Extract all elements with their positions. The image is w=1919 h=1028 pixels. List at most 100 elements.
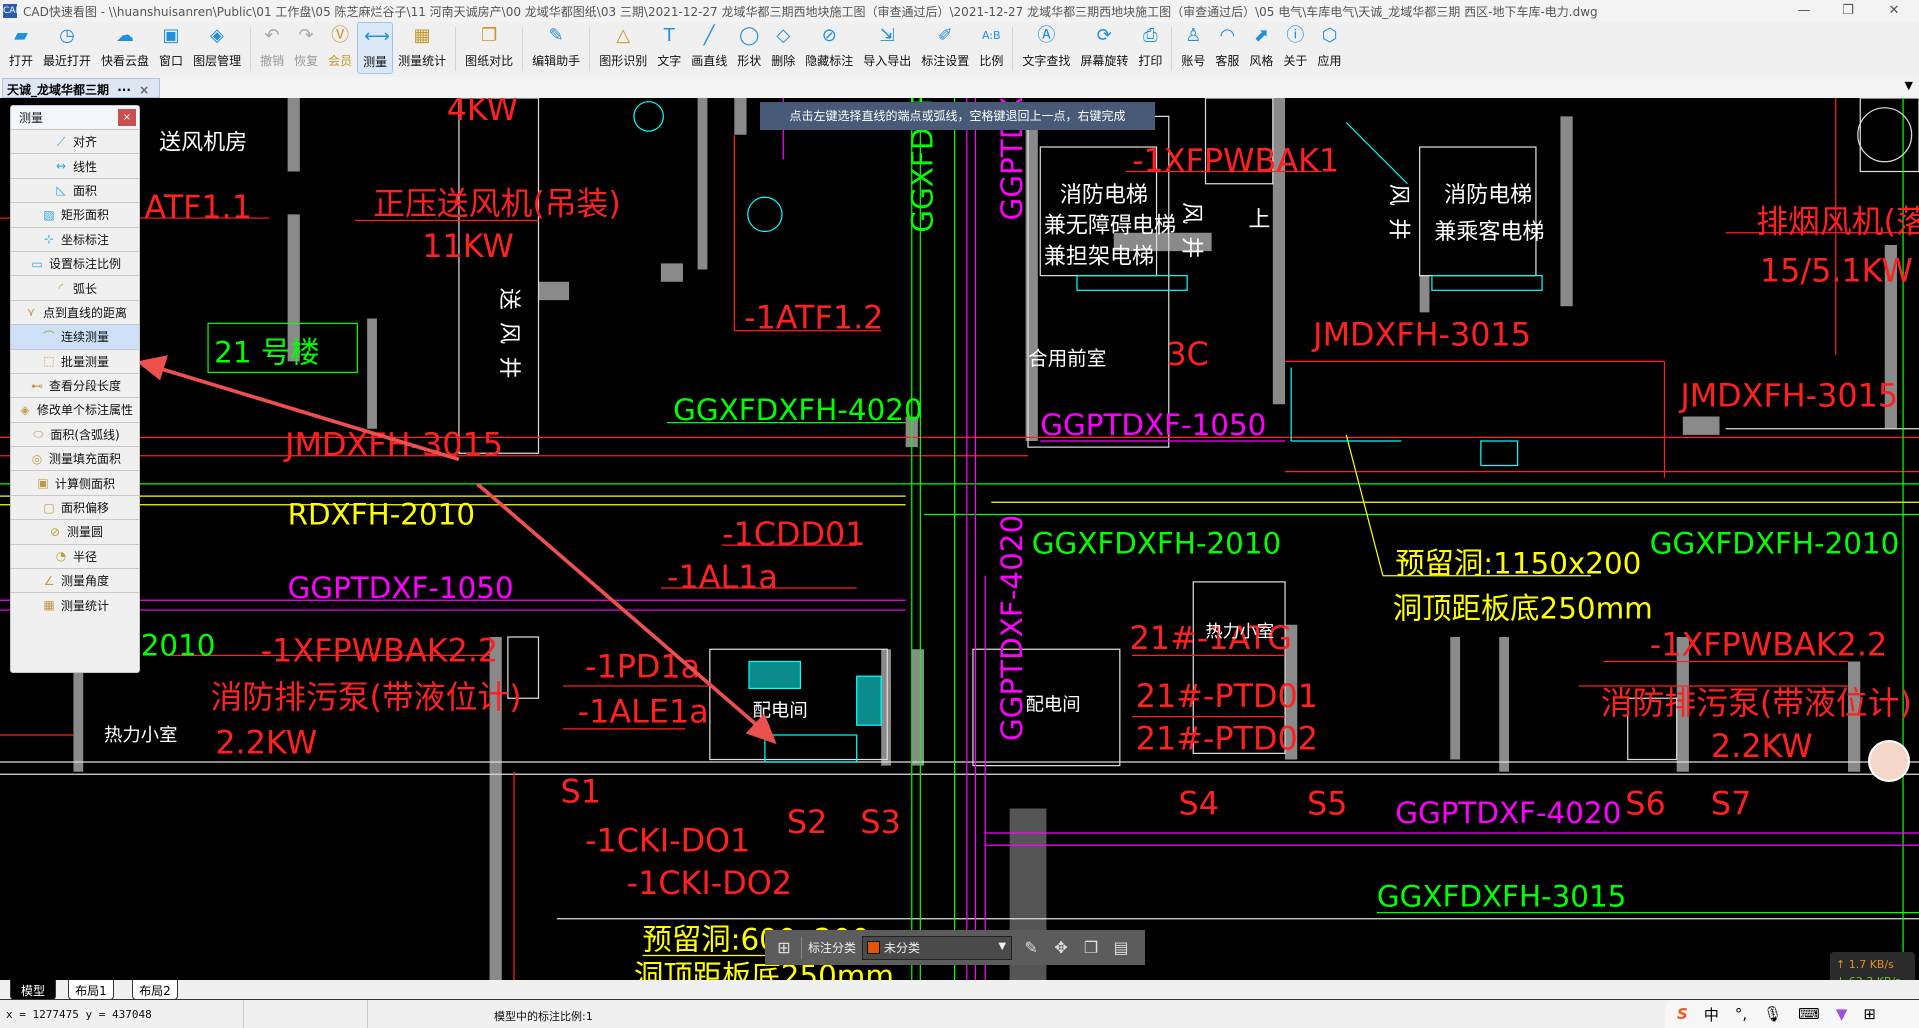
toolbar-info-button[interactable]: ⓘ 关于 [1278, 22, 1312, 74]
toolbar-printer-button[interactable]: ⎙ 打印 [1133, 22, 1167, 74]
measure-item[interactable]: ↔ 线性 [11, 153, 139, 177]
toolbar-text-button[interactable]: T 文字 [652, 22, 686, 74]
copy-icon[interactable]: ❐ [1080, 938, 1102, 957]
measure-item[interactable]: ▣ 计算侧面积 [11, 470, 139, 494]
category-dropdown[interactable]: 未分类 ▼ [862, 935, 1013, 960]
toolbar-user-button[interactable]: ♙ 账号 [1176, 22, 1210, 74]
label: 15/5.1KW [1760, 252, 1913, 290]
toolbar-import-export-button[interactable]: ⇲ 导入导出 [858, 22, 916, 74]
toolbar-scale-button[interactable]: A:B 比例 [974, 22, 1008, 74]
cloud-icon: ☁ [116, 25, 135, 46]
label: GGXFDXFH-2010 [1032, 527, 1282, 561]
close-button[interactable]: ✕ [1874, 0, 1914, 22]
toolbar-clock-button[interactable]: ◷ 最近打开 [38, 22, 96, 74]
skin-icon[interactable]: ▼ [1836, 1005, 1848, 1023]
measure-item-label: 查看分段长度 [48, 379, 121, 394]
apps-icon: ⬡ [1321, 25, 1338, 46]
toolbar-edit-assistant-button[interactable]: ✎ 编辑助手 [527, 22, 585, 74]
measure-item[interactable]: ⬚ 批量测量 [11, 348, 139, 373]
keyboard-icon[interactable]: ⌨ [1798, 1005, 1820, 1023]
paste-icon[interactable]: ▤ [1110, 938, 1132, 957]
measure-item[interactable]: ◈ 修改单个标注属性 [11, 397, 139, 421]
measure-item-label: 计算侧面积 [54, 476, 115, 491]
drawing-canvas[interactable]: 正压送风机(吊装) 11KW ATF1.1 -1ATF1.2 JMDXFH-3015… [0, 98, 1919, 980]
measure-item-label: 批量测量 [60, 354, 109, 369]
label: GGXFDXFH-3015 [1377, 879, 1627, 913]
measure-item[interactable]: ◺ 面积 [11, 177, 139, 202]
redo-icon: ↷ [298, 25, 314, 46]
ime-language[interactable]: 中 [1704, 1004, 1719, 1025]
toolbar-line-button[interactable]: ╱ 画直线 [686, 22, 732, 74]
toolbar-redo-button[interactable]: ↷ 恢复 [289, 22, 323, 74]
measure-item[interactable]: ◜ 弧长 [11, 275, 139, 299]
tab-menu-icon[interactable]: ▼ [1905, 79, 1913, 92]
toolbar-shape-recognition-button[interactable]: △ 图形识别 [594, 22, 652, 74]
microphone-icon[interactable]: 🎙 [1763, 1005, 1782, 1023]
assistant-avatar[interactable] [1868, 740, 1910, 782]
toolbar-rotate-button[interactable]: ⟳ 屏幕旋转 [1075, 22, 1133, 74]
toolbar-folder-button[interactable]: ▰ 打开 [4, 22, 38, 74]
measure-item[interactable]: ∠ 测量角度 [11, 568, 139, 592]
measure-item[interactable]: ⊘ 测量圆 [11, 519, 139, 543]
label: -1CKI-DO1 [585, 821, 750, 859]
toolbar-style-button[interactable]: ⬈ 风格 [1244, 22, 1278, 74]
toolbar-layers-button[interactable]: ◈ 图层管理 [188, 22, 246, 74]
toolbar-vip-button[interactable]: Ⓥ 会员 [323, 22, 357, 74]
measure-item[interactable]: ⟋ 对齐 [11, 129, 139, 153]
measure-item[interactable]: ▨ 矩形面积 [11, 202, 139, 226]
toolbar-apps-button[interactable]: ⬡ 应用 [1312, 22, 1346, 74]
annotation-settings-icon: ✐ [937, 25, 953, 46]
document-tab[interactable]: 天诚_龙域华都三期 ··· × [2, 78, 160, 98]
apps-grid-icon[interactable]: ⊞ [1863, 1005, 1876, 1023]
measure-item[interactable]: ◎ 测量填充面积 [11, 446, 139, 470]
close-tab-icon[interactable]: × [139, 83, 149, 97]
more-icon[interactable]: ··· [117, 83, 131, 97]
toolbar-undo-button[interactable]: ↶ 撤销 [255, 22, 289, 74]
toolbar-ruler-button[interactable]: ⟷ 测量 [357, 22, 394, 74]
measure-item[interactable]: ▢ 面积偏移 [11, 494, 139, 519]
label: -1XFPWBAK1 [1132, 141, 1339, 179]
measure-item[interactable]: ▭ 设置标注比例 [11, 250, 139, 275]
close-panel-button[interactable]: × [118, 109, 136, 126]
sogou-logo[interactable]: S [1677, 1005, 1688, 1023]
tab-layout2[interactable]: 布局2 [132, 980, 178, 1000]
maximize-button[interactable]: ❐ [1828, 0, 1868, 22]
label: 洞顶距板底250mm [1393, 592, 1653, 626]
toolbar-headset-button[interactable]: ◠ 客服 [1210, 22, 1244, 74]
toolbar-label: 撤销 [260, 54, 285, 68]
label: RDXFH-2010 [288, 497, 475, 531]
measure-item[interactable]: ▦ 测量统计 [11, 592, 139, 616]
toolbar-measure-stats-button[interactable]: ▦ 测量统计 [393, 22, 451, 74]
measure-tool-icon: ↔ [55, 159, 67, 174]
toolbar-shape-button[interactable]: ◯ 形状 [732, 22, 766, 74]
toolbar-window-button[interactable]: ▣ 窗口 [154, 22, 188, 74]
label: -1CKI-DO2 [627, 864, 792, 902]
edit-icon[interactable]: ✎ [1020, 938, 1042, 957]
grid-icon[interactable]: ⊞ [773, 938, 795, 957]
toolbar-text-search-button[interactable]: Ⓐ 文字查找 [1017, 22, 1075, 74]
measure-item[interactable]: ⋎ 点到直线的距离 [11, 299, 139, 324]
measure-tool-icon: ◔ [55, 549, 67, 564]
toolbar-hide-button[interactable]: ⊘ 隐藏标注 [800, 22, 858, 74]
toolbar-annotation-settings-button[interactable]: ✐ 标注设置 [916, 22, 974, 74]
move-icon[interactable]: ✥ [1050, 938, 1072, 957]
label: GGXFDXFH-2010 [1650, 527, 1900, 561]
measure-item[interactable]: ⌒ 连续测量 [11, 324, 139, 349]
measure-item[interactable]: ◔ 半径 [11, 543, 139, 568]
minimize-button[interactable]: — [1784, 0, 1824, 22]
window-title: CAD快速看图 - \\huanshuisanren\Public\01 工作盘… [23, 4, 1598, 19]
toolbar-cloud-button[interactable]: ☁ 快看云盘 [96, 22, 154, 74]
ime-punctuation[interactable]: °, [1735, 1005, 1747, 1023]
tab-layout1[interactable]: 布局1 [68, 980, 114, 1000]
tab-model[interactable]: 模型 [10, 980, 56, 1000]
label: 兼乘客电梯 [1434, 220, 1544, 245]
toolbar-compare-button[interactable]: ❐ 图纸对比 [460, 22, 518, 74]
label: GGPTDXF-1050 [288, 571, 514, 605]
measure-item[interactable]: ⊹ 坐标标注 [11, 226, 139, 251]
toolbar-eraser-button[interactable]: ◇ 删除 [766, 22, 800, 74]
measure-item[interactable]: ⬭ 面积(含弧线) [11, 421, 139, 446]
toolbar-label: 图形识别 [599, 54, 648, 68]
toolbar-label: 删除 [771, 54, 796, 68]
measure-item[interactable]: ⊷ 查看分段长度 [11, 372, 139, 397]
label: JMDXFH-3015 [1311, 315, 1531, 353]
